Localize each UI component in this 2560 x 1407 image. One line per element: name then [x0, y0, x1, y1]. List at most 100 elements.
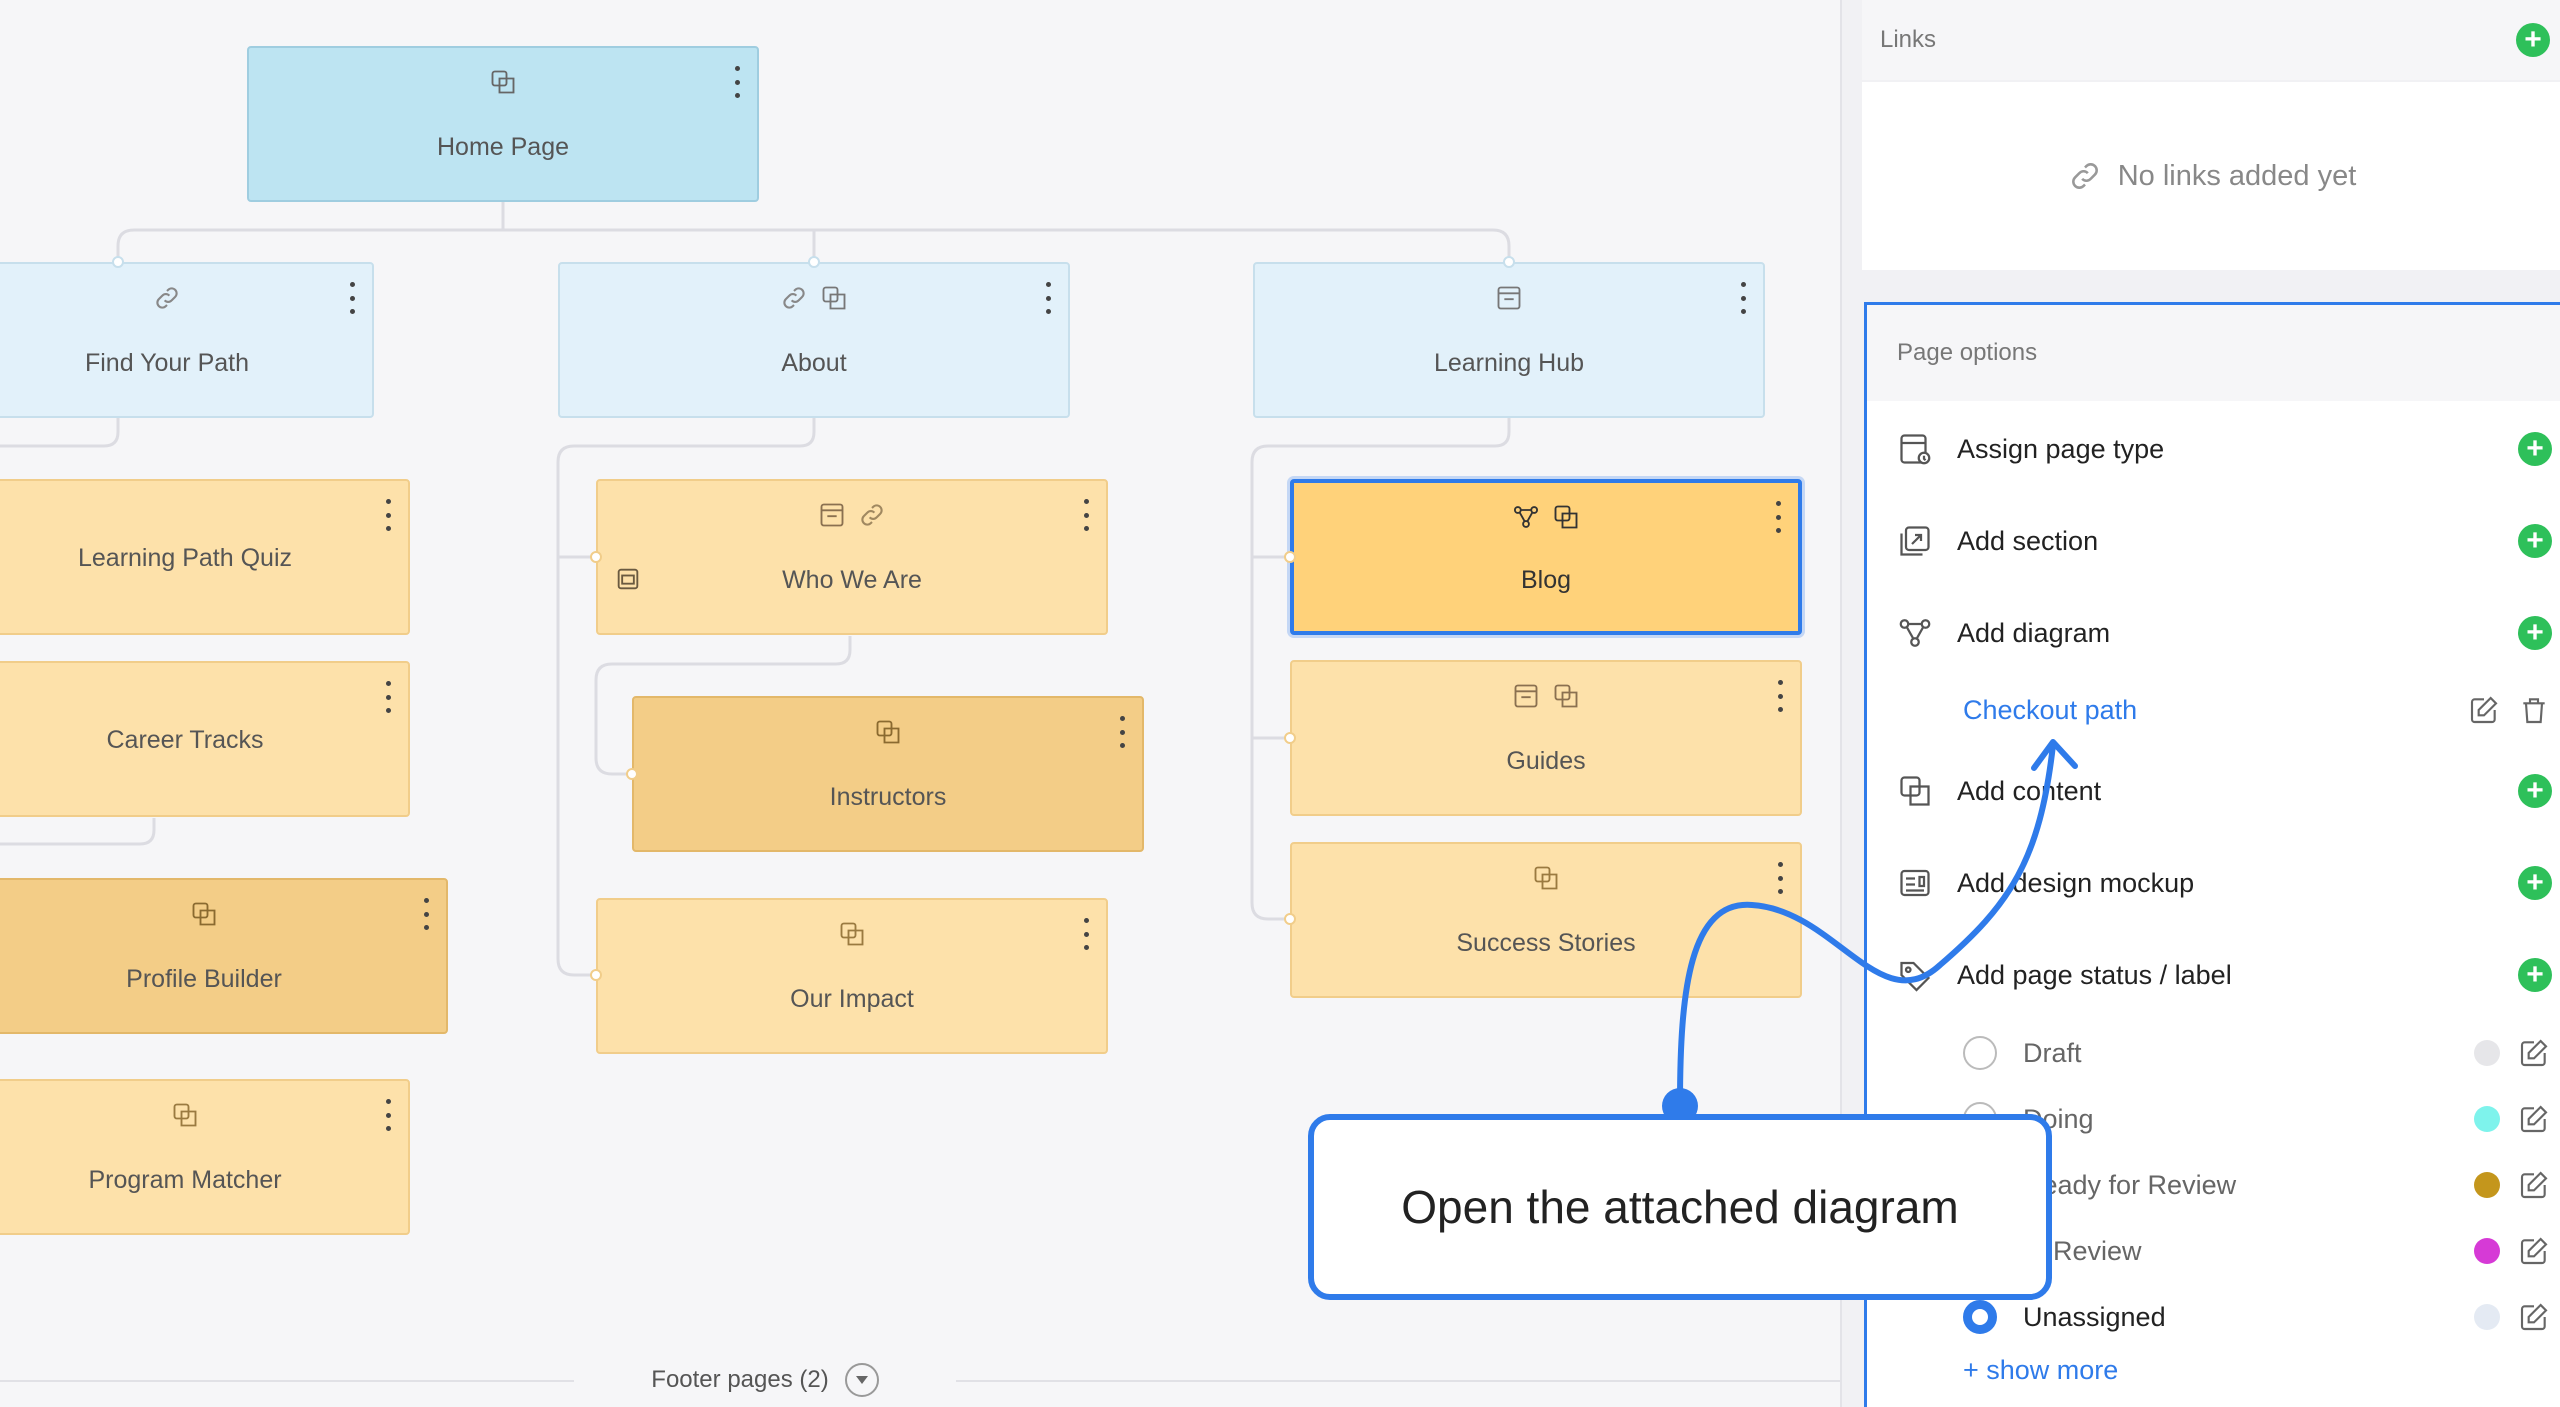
edit-icon[interactable]: [2518, 1235, 2550, 1267]
node-title: Learning Hub: [1433, 349, 1585, 377]
content-icon: [1554, 505, 1578, 529]
status-color-swatch: [2474, 1172, 2500, 1198]
node-menu-button[interactable]: [1116, 716, 1128, 748]
tag-icon: [1900, 961, 1931, 992]
connector-dot: [1284, 732, 1296, 744]
add-diagram-label: Add diagram: [1957, 617, 2111, 648]
content-icon: [192, 902, 216, 926]
node-title: Guides: [1506, 747, 1586, 775]
add-content-row[interactable]: Add content +: [1867, 751, 2560, 831]
add-section-button[interactable]: +: [2518, 524, 2552, 558]
edit-icon[interactable]: [2518, 1301, 2550, 1333]
edit-icon[interactable]: [2468, 694, 2500, 726]
page-type-icon: [1514, 684, 1538, 708]
footer-pages-label: Footer pages (2): [651, 1366, 829, 1393]
node-title: Career Tracks: [106, 726, 264, 754]
node-icons: [0, 284, 372, 312]
content-icon: [876, 720, 900, 744]
add-page-status-label: Add page status / label: [1957, 959, 2232, 990]
add-page-status-button[interactable]: +: [2518, 958, 2552, 992]
diagram-icon: [1899, 619, 1931, 647]
add-diagram-button[interactable]: +: [2518, 616, 2552, 650]
footer-pages-toggle[interactable]: Footer pages (2): [570, 1358, 960, 1402]
node-icons: [0, 900, 446, 928]
node-menu-button[interactable]: [1080, 918, 1092, 950]
node-menu-button[interactable]: [420, 898, 432, 930]
node-instructors[interactable]: Instructors: [632, 696, 1144, 852]
assign-page-type-button[interactable]: +: [2518, 432, 2552, 466]
chevron-down-icon[interactable]: [844, 1363, 879, 1397]
trash-icon[interactable]: [2518, 694, 2550, 726]
node-menu-button[interactable]: [731, 66, 743, 98]
content-icon: [491, 70, 515, 94]
diagram-link[interactable]: Checkout path: [1963, 695, 2450, 726]
node-icons: [0, 1101, 408, 1129]
status-color-swatch: [2474, 1238, 2500, 1264]
add-content-button[interactable]: +: [2518, 774, 2552, 808]
connector-dot: [808, 256, 820, 268]
node-learning-hub[interactable]: Learning Hub: [1253, 262, 1765, 418]
links-empty-text: No links added yet: [2117, 159, 2357, 192]
page-type-icon: [1497, 286, 1521, 310]
add-link-button[interactable]: +: [2516, 23, 2550, 57]
node-program-matcher[interactable]: Program Matcher: [0, 1079, 410, 1235]
node-menu-button[interactable]: [1042, 282, 1054, 314]
node-title: Blog: [1520, 566, 1572, 594]
node-title: Home Page: [436, 133, 570, 161]
node-menu-button[interactable]: [346, 282, 358, 314]
diagram-item-checkout-path[interactable]: Checkout path: [1867, 677, 2560, 743]
connector-dot: [1284, 551, 1296, 563]
add-diagram-row[interactable]: Add diagram +: [1867, 593, 2560, 673]
node-menu-button[interactable]: [1774, 862, 1786, 894]
footer-divider: [956, 1380, 1840, 1382]
edit-icon[interactable]: [2518, 1103, 2550, 1135]
node-icons: [598, 920, 1106, 948]
node-icons: [598, 501, 1106, 529]
node-learning-path-quiz[interactable]: Learning Path Quiz: [0, 479, 410, 635]
node-icons: [249, 68, 757, 96]
node-menu-button[interactable]: [382, 499, 394, 531]
node-career-tracks[interactable]: Career Tracks: [0, 661, 410, 817]
status-color-swatch: [2474, 1304, 2500, 1330]
status-radio[interactable]: [1963, 1036, 1997, 1070]
status-radio-selected[interactable]: [1963, 1300, 1997, 1334]
connector-dot: [112, 256, 124, 268]
content-icon: [173, 1103, 197, 1127]
node-menu-button[interactable]: [382, 1099, 394, 1131]
assign-page-type-row[interactable]: Assign page type +: [1867, 409, 2560, 489]
add-page-status-row[interactable]: Add page status / label +: [1867, 935, 2560, 1015]
add-design-mockup-button[interactable]: +: [2518, 866, 2552, 900]
add-content-label: Add content: [1957, 775, 2102, 806]
node-icons: [1294, 503, 1798, 531]
node-title: Profile Builder: [126, 965, 282, 993]
add-design-mockup-row[interactable]: Add design mockup +: [1867, 843, 2560, 923]
node-success-stories[interactable]: Success Stories: [1290, 842, 1802, 998]
node-profile-builder[interactable]: Profile Builder: [0, 878, 448, 1034]
node-guides[interactable]: Guides: [1290, 660, 1802, 816]
node-menu-button[interactable]: [1772, 501, 1784, 533]
show-more-link[interactable]: + show more: [1963, 1355, 2118, 1386]
node-home-page[interactable]: Home Page: [247, 46, 759, 202]
add-section-row[interactable]: Add section +: [1867, 501, 2560, 581]
node-our-impact[interactable]: Our Impact: [596, 898, 1108, 1054]
callout-text: Open the attached diagram: [1401, 1181, 1959, 1233]
node-menu-button[interactable]: [1737, 282, 1749, 314]
node-menu-button[interactable]: [1080, 499, 1092, 531]
node-title: Instructors: [829, 783, 947, 811]
status-option-draft[interactable]: Draft: [1867, 1020, 2560, 1086]
assign-page-type-label: Assign page type: [1957, 433, 2165, 464]
node-about[interactable]: About: [558, 262, 1070, 418]
content-icon: [840, 922, 864, 946]
links-section-label: Links: [1880, 26, 1937, 53]
node-who-we-are[interactable]: Who We Are: [596, 479, 1108, 635]
node-menu-button[interactable]: [382, 681, 394, 713]
connector-dot: [626, 768, 638, 780]
node-menu-button[interactable]: [1774, 680, 1786, 712]
link-icon: [2071, 163, 2098, 189]
edit-icon[interactable]: [2518, 1037, 2550, 1069]
node-blog-selected[interactable]: Blog: [1290, 479, 1802, 635]
section-icon: [1900, 526, 1930, 556]
status-label: In Review: [2023, 1235, 2142, 1266]
edit-icon[interactable]: [2518, 1169, 2550, 1201]
node-find-your-path[interactable]: Find Your Path: [0, 262, 374, 418]
